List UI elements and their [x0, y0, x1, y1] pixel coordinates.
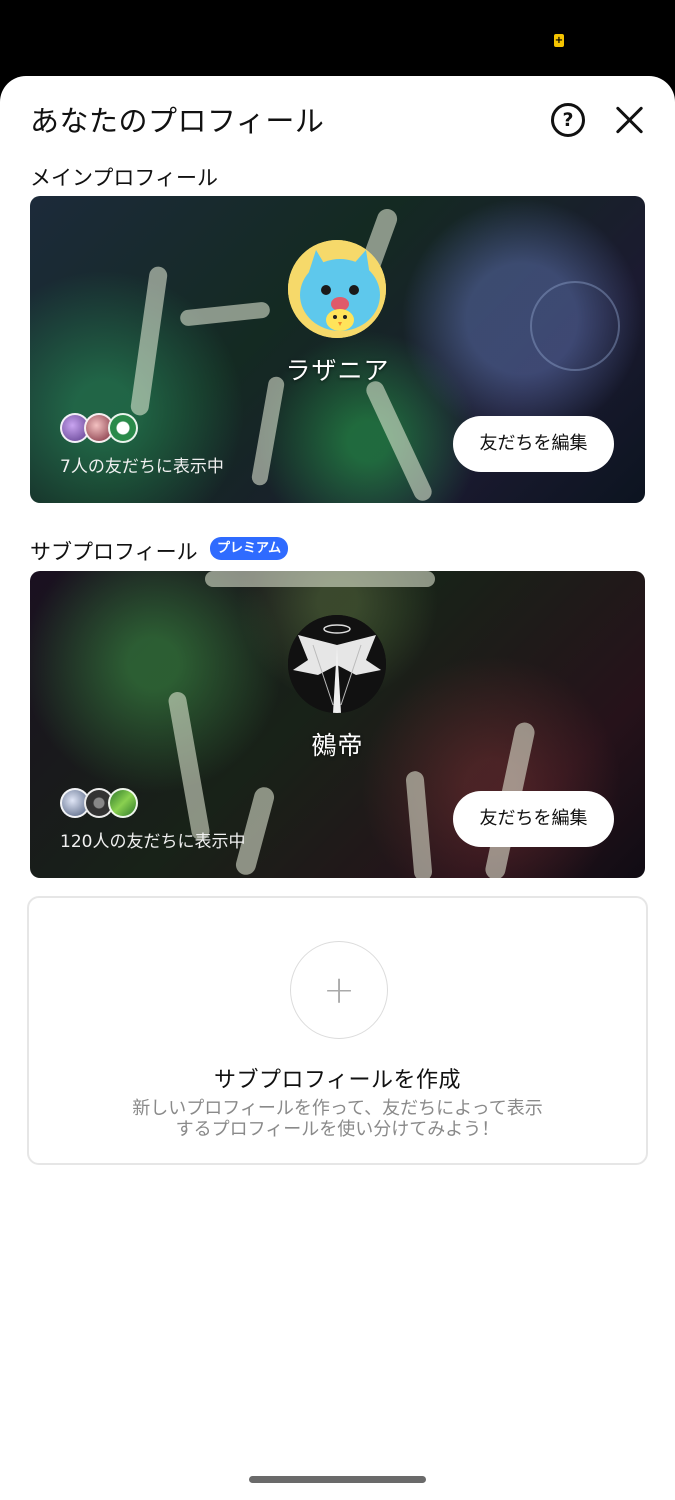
- background-art: [363, 378, 435, 503]
- main-profile-avatar[interactable]: [288, 240, 386, 338]
- main-edit-friends-button[interactable]: 友だちを編集: [453, 416, 614, 472]
- home-indicator: [249, 1476, 426, 1483]
- battery-saver-icon: +: [554, 34, 564, 47]
- background-art: [250, 375, 286, 487]
- background-art: [205, 571, 435, 587]
- friend-avatars: [60, 788, 150, 818]
- background-art: [179, 301, 271, 327]
- page-title: あなたのプロフィール: [30, 104, 325, 138]
- sub-edit-friends-button[interactable]: 友だちを編集: [453, 791, 614, 847]
- blue-cat-avatar-image: [288, 240, 386, 338]
- main-profile-label: メインプロフィール: [30, 166, 218, 190]
- friend-avatars: [60, 413, 150, 443]
- sub-profile-avatar[interactable]: [288, 615, 386, 713]
- friend-avatar: [108, 413, 138, 443]
- plus-icon[interactable]: +: [290, 941, 388, 1039]
- background-art: [167, 690, 211, 842]
- sub-profile-label: サブプロフィール: [30, 540, 198, 564]
- help-icon[interactable]: ?: [551, 103, 585, 137]
- profile-sheet: あなたのプロフィール ? メインプロフィール ラザニア 7人の友だちに表示中 友…: [0, 76, 675, 1500]
- description-line: するプロフィールを使い分けてみよう！: [175, 1119, 500, 1140]
- main-visible-friends-count: 7人の友だちに表示中: [60, 457, 224, 477]
- create-sub-profile-title: サブプロフィールを作成: [213, 1068, 462, 1093]
- sub-profile-name: 鵺帝: [311, 731, 364, 760]
- close-icon[interactable]: [612, 102, 648, 138]
- main-profile-card[interactable]: ラザニア 7人の友だちに表示中 友だちを編集: [30, 196, 645, 503]
- create-sub-profile-description: 新しいプロフィールを作って、友だちによって表示 するプロフィールを使い分けてみよ…: [69, 1098, 606, 1140]
- friend-avatar: [108, 788, 138, 818]
- sub-profile-card[interactable]: 鵺帝 120人の友だちに表示中 友だちを編集: [30, 571, 645, 878]
- sub-visible-friends-count: 120人の友だちに表示中: [60, 832, 246, 852]
- background-art: [405, 770, 433, 878]
- winged-figure-avatar-image: [288, 615, 386, 713]
- main-profile-name: ラザニア: [285, 356, 390, 385]
- background-art: [129, 265, 169, 417]
- create-sub-profile-card[interactable]: + サブプロフィールを作成 新しいプロフィールを作って、友だちによって表示 する…: [27, 896, 648, 1165]
- status-bar: +: [0, 0, 675, 76]
- premium-badge: プレミアム: [210, 537, 289, 560]
- description-line: 新しいプロフィールを作って、友だちによって表示: [132, 1098, 543, 1119]
